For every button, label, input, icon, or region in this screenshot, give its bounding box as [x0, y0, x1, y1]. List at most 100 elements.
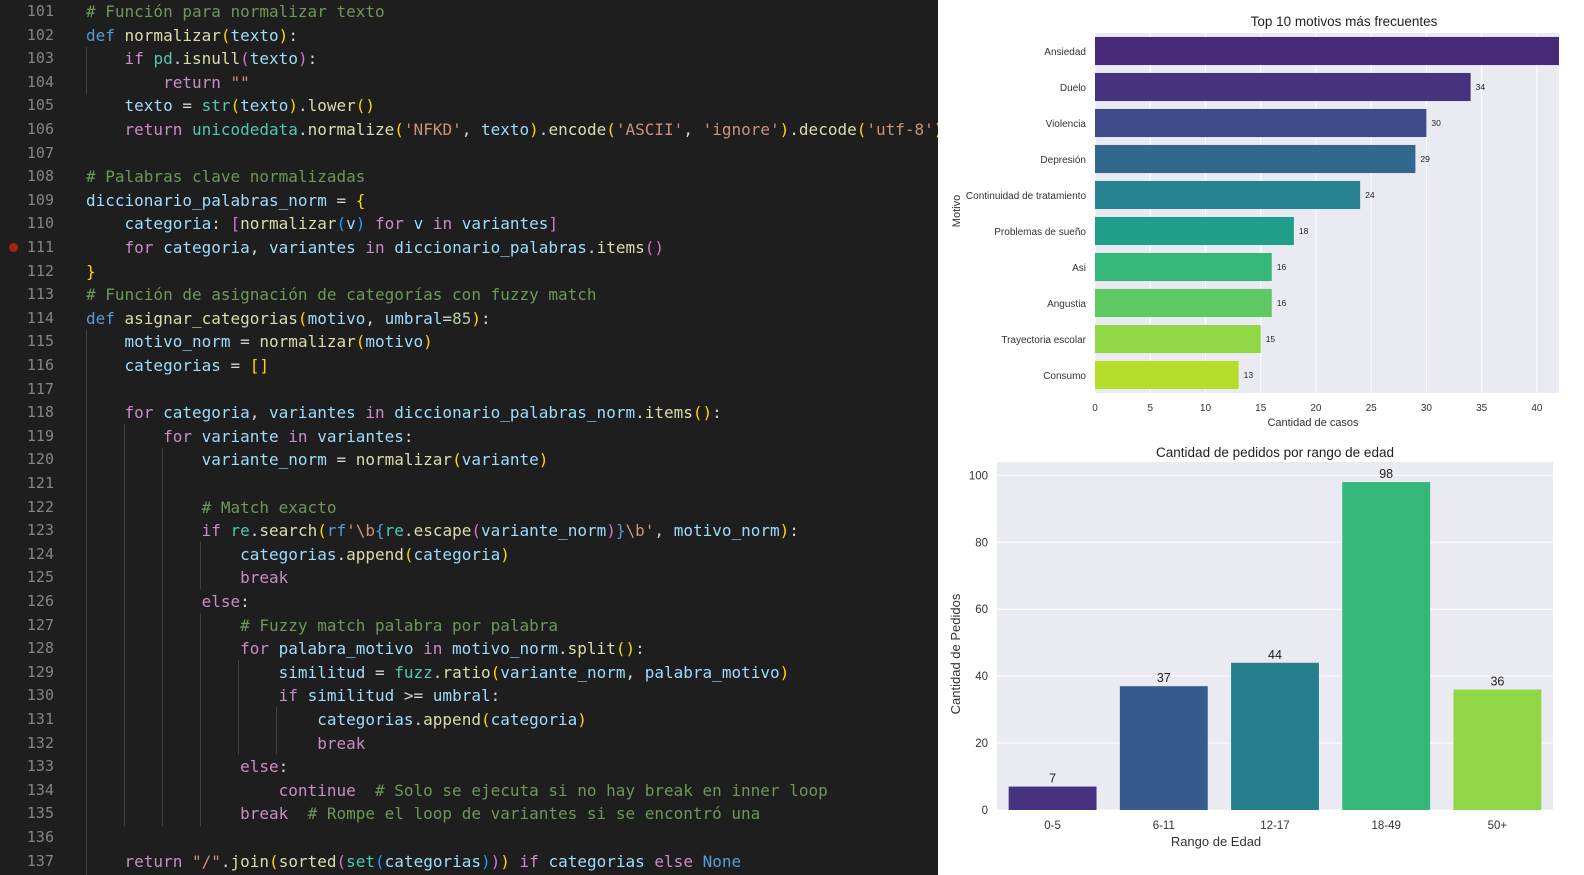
code-text: break: [240, 568, 289, 588]
code-line[interactable]: 104 return "": [0, 71, 938, 95]
code-line[interactable]: 113 # Función de asignación de categorías…: [0, 283, 938, 307]
line-number: 116: [26, 356, 54, 374]
y-tick-label: 40: [975, 671, 988, 683]
code-line[interactable]: 105 texto = str(texto).lower(): [0, 94, 938, 118]
code-text: categorias.append(categoria): [240, 544, 510, 564]
code-line[interactable]: 106 return unicodedata.normalize('NFKD',…: [0, 118, 938, 142]
code-line[interactable]: 133 else:: [0, 755, 938, 779]
line-number: 110: [26, 214, 54, 233]
code-line[interactable]: 116 categorias = []: [0, 354, 938, 378]
bar: [1231, 662, 1319, 810]
y-tick-label: 60: [975, 604, 988, 616]
bar: [1095, 180, 1361, 210]
bar: [1095, 324, 1261, 354]
data-label: 16: [1277, 298, 1287, 308]
x-tick-label: 0: [1092, 403, 1098, 414]
code-text: else:: [201, 592, 250, 611]
data-label: 30: [1431, 118, 1441, 128]
code-line[interactable]: 134 continue # Solo se ejecuta si no hay…: [0, 779, 938, 803]
chart-title: Cantidad de pedidos por rango de edad: [1156, 445, 1394, 460]
y-tick-label: Violencia: [1046, 119, 1087, 130]
code-line[interactable]: 108 # Palabras clave normalizadas: [0, 165, 938, 189]
line-number: 128: [26, 639, 54, 658]
code-line[interactable]: 136: [0, 826, 938, 850]
x-tick-label: 5: [1147, 403, 1153, 414]
code-line[interactable]: 128 for palabra_motivo in motivo_norm.sp…: [0, 637, 938, 661]
pedidos-edad-chart: 0 20 40 60 80 100 0-5 7 6-11 37 12-17 44 18-49 98 50+ 3…: [948, 445, 1553, 849]
code-line[interactable]: 126 else:: [0, 590, 938, 614]
code-text: for palabra_motivo in motivo_norm.split(…: [240, 639, 645, 659]
data-label: 36: [1490, 675, 1504, 689]
code-line[interactable]: 125 break: [0, 566, 938, 590]
x-axis-label: Cantidad de casos: [1267, 417, 1359, 429]
data-label: 7: [1049, 772, 1056, 786]
line-number: 129: [26, 662, 54, 681]
top-motivos-chart: 0 5 10 15 20 25 30 35 40 Ansiedad Duelo 34 Violencia…: [951, 14, 1559, 429]
code-line[interactable]: 101 # Función para normalizar texto: [0, 0, 938, 24]
x-tick-label: 6-11: [1153, 820, 1175, 832]
code-line[interactable]: 131 categorias.append(categoria): [0, 708, 938, 732]
code-text: def asignar_categorias(motivo, umbral=85…: [86, 308, 491, 328]
data-label: 29: [1420, 154, 1430, 164]
code-text: variante_norm = normalizar(variante): [201, 450, 549, 470]
code-text: # Función para normalizar texto: [86, 2, 385, 21]
code-line[interactable]: 124 categorias.append(categoria): [0, 543, 938, 567]
code-text: }: [86, 261, 96, 281]
line-number: 136: [26, 828, 54, 846]
data-label: 98: [1379, 467, 1393, 481]
code-line[interactable]: 119 for variante in variantes:: [0, 425, 938, 449]
code-line[interactable]: 129 similitud = fuzz.ratio(variante_norm…: [0, 661, 938, 685]
code-line[interactable]: 114 def asignar_categorias(motivo, umbral…: [0, 307, 938, 331]
line-number: 135: [26, 804, 54, 823]
code-line[interactable]: 117: [0, 378, 938, 402]
code-line[interactable]: 135 break # Rompe el loop de variantes s…: [0, 802, 938, 826]
bar: [1095, 36, 1559, 66]
y-tick-label: Duelo: [1060, 83, 1087, 94]
code-line[interactable]: 110 categoria: [normalizar(v) for v in v…: [0, 212, 938, 236]
code-line[interactable]: 102 def normalizar(texto):: [0, 24, 938, 48]
code-line[interactable]: 137 return "/".join(sorted(set(categoria…: [0, 850, 938, 874]
code-line[interactable]: 115 motivo_norm = normalizar(motivo): [0, 330, 938, 354]
line-number: 132: [26, 733, 54, 752]
code-line[interactable]: 120 variante_norm = normalizar(variante): [0, 448, 938, 472]
y-tick-label: Consumo: [1043, 371, 1086, 382]
code-text: # Match exacto: [201, 497, 337, 517]
line-number: 119: [26, 426, 54, 445]
code-line[interactable]: 103 if pd.isnull(texto):: [0, 47, 938, 71]
code-line[interactable]: 130 if similitud >= umbral:: [0, 684, 938, 708]
code-text: continue # Solo se ejecuta si no hay bre…: [278, 780, 828, 800]
bar: [1095, 144, 1416, 174]
bar: [1095, 72, 1471, 102]
chart-title: Top 10 motivos más frecuentes: [1251, 14, 1438, 29]
code-text: return "": [163, 72, 250, 92]
code-text: # Fuzzy match palabra por palabra: [240, 615, 559, 635]
line-number: 123: [26, 521, 54, 540]
line-number: 121: [26, 474, 54, 492]
code-text: categorias = []: [124, 356, 270, 375]
code-editor[interactable]: 101 # Función para normalizar texto 102 def…: [0, 0, 938, 875]
code-line[interactable]: 111 for categoria, variantes in dicciona…: [0, 236, 938, 260]
code-line[interactable]: 123 if re.search(rf'\b{re.escape(variant…: [0, 519, 938, 543]
code-line[interactable]: 109 diccionario_palabras_norm = {: [0, 189, 938, 213]
bar: [1095, 252, 1272, 282]
line-number: 133: [26, 757, 54, 776]
code-line[interactable]: 112}: [0, 260, 938, 284]
line-number: 134: [26, 780, 54, 799]
line-number: 103: [26, 49, 54, 68]
data-label: 18: [1299, 226, 1309, 236]
code-line[interactable]: 121: [0, 472, 938, 496]
line-number: 113: [26, 285, 54, 304]
code-line[interactable]: 127 # Fuzzy match palabra por palabra: [0, 614, 938, 638]
line-number: 108: [26, 167, 54, 186]
code-line[interactable]: 132 break: [0, 732, 938, 756]
code-line[interactable]: 122 # Match exacto: [0, 496, 938, 520]
code-line[interactable]: 107: [0, 142, 938, 166]
code-line[interactable]: 118 for categoria, variantes in dicciona…: [0, 401, 938, 425]
y-tick-label: 80: [975, 537, 988, 549]
line-number: 105: [26, 96, 54, 115]
code-text: categorias.append(categoria): [317, 710, 587, 729]
bar: [1095, 288, 1272, 318]
code-text: else:: [240, 757, 289, 777]
line-number: 112: [26, 261, 54, 280]
bar: [1342, 482, 1431, 810]
